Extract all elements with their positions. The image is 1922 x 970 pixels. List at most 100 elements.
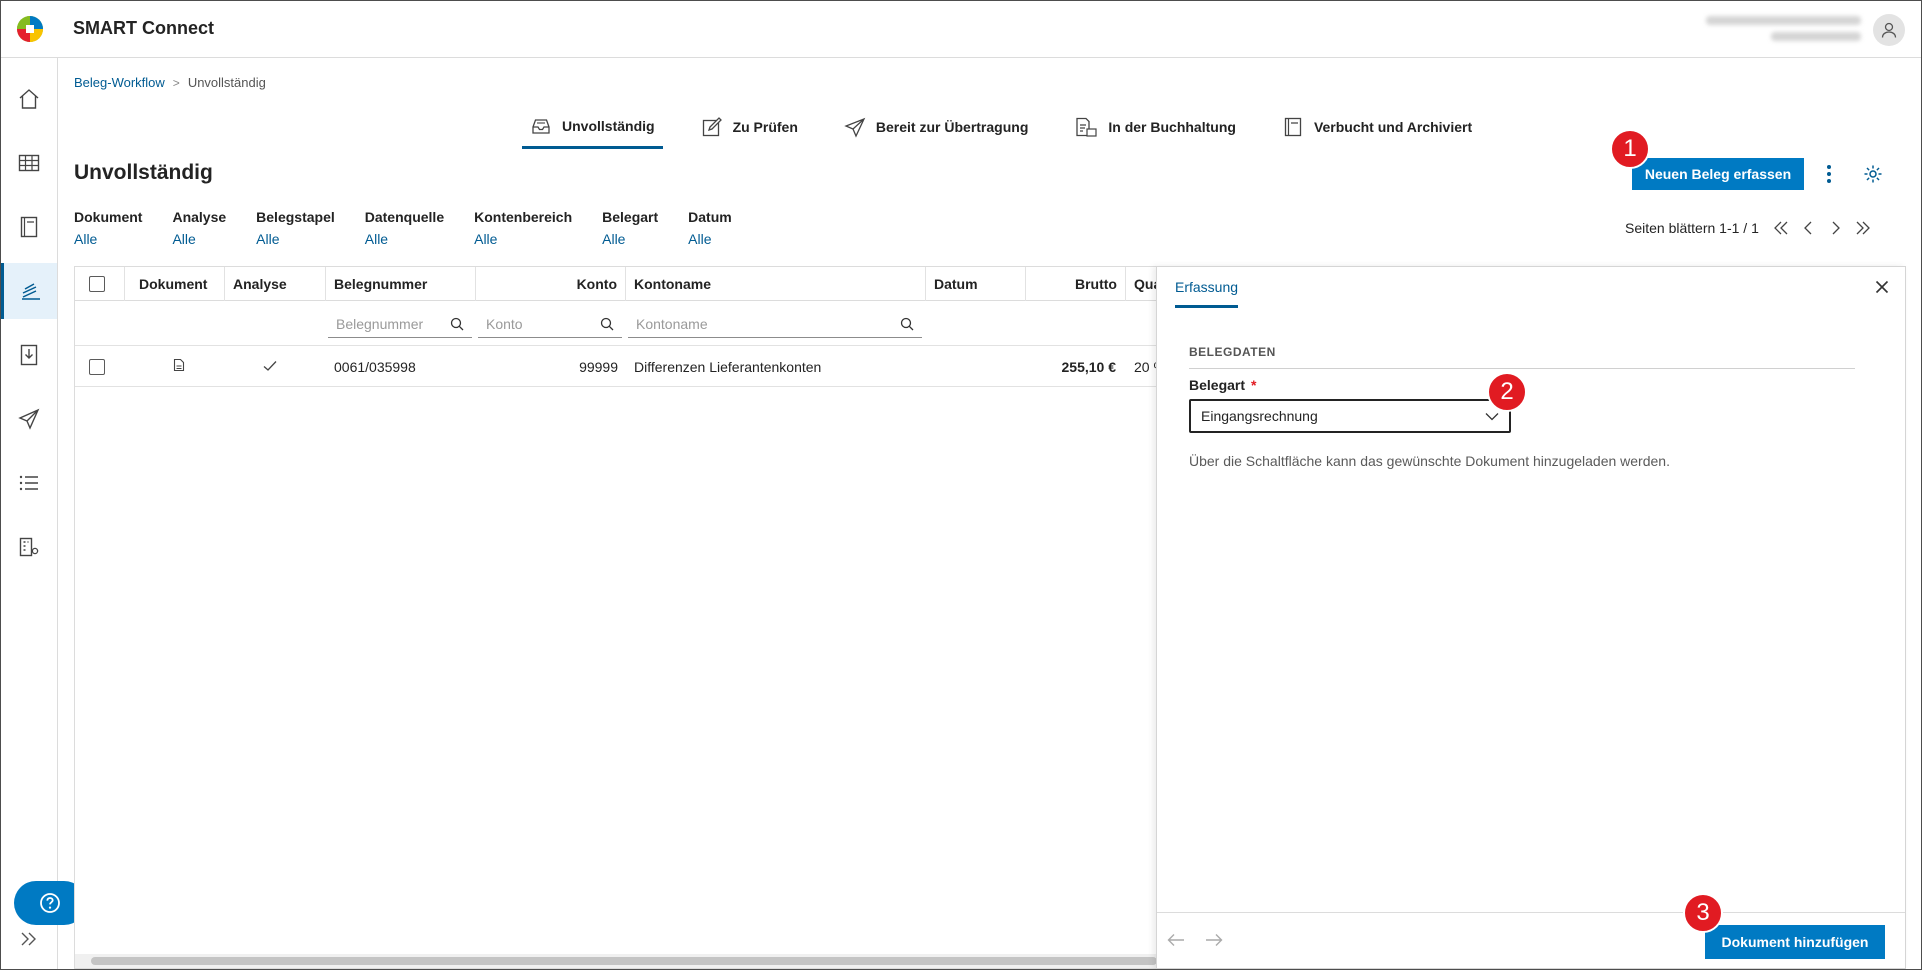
belegart-label-text: Belegart xyxy=(1189,377,1246,393)
filter-analyse[interactable]: Analyse Alle xyxy=(172,209,226,247)
filter-label: Analyse xyxy=(172,209,227,225)
search-placeholder: Konto xyxy=(486,315,523,332)
nav-send[interactable] xyxy=(1,391,57,447)
previous-button[interactable] xyxy=(1167,933,1185,950)
new-document-button[interactable]: Neuen Beleg erfassen xyxy=(1632,158,1804,190)
document-icon xyxy=(173,358,185,372)
nav-beleg-workflow[interactable] xyxy=(1,263,57,319)
belegart-select-value: Eingangsrechnung xyxy=(1201,408,1318,424)
chevron-right-icon: > xyxy=(172,75,180,90)
document-table: Dokument Analyse Belegnummer Konto Konto… xyxy=(74,266,1161,969)
callout-badge-1: 1 xyxy=(1610,129,1650,169)
row-select-cell xyxy=(81,347,121,387)
required-marker: * xyxy=(1251,377,1257,393)
column-header-konto[interactable]: Konto xyxy=(476,267,626,301)
arrow-right-icon xyxy=(1206,934,1223,946)
settings-button[interactable] xyxy=(1863,164,1883,187)
panel-footer: Dokument hinzufügen 3 xyxy=(1157,893,1905,968)
column-header-datum[interactable]: Datum xyxy=(926,267,1026,301)
row-brutto: 255,10 € xyxy=(1061,359,1117,375)
building-settings-icon xyxy=(19,537,39,557)
scrollbar-thumb[interactable] xyxy=(91,957,1157,965)
tab-zu-pruefen[interactable]: Zu Prüfen xyxy=(693,106,806,148)
more-options-button[interactable] xyxy=(1821,163,1837,185)
tab-bereit-zur-uebertragung[interactable]: Bereit zur Übertragung xyxy=(836,106,1036,148)
top-bar: SMART Connect xyxy=(1,1,1921,58)
filter-datenquelle[interactable]: Datenquelle Alle xyxy=(365,209,444,247)
nav-building-settings[interactable] xyxy=(1,519,57,575)
breadcrumb-current: Unvollständig xyxy=(187,75,266,90)
home-icon xyxy=(19,89,39,109)
column-header-brutto[interactable]: Brutto xyxy=(1026,267,1126,301)
column-header-belegnummer[interactable]: Belegnummer xyxy=(326,267,476,301)
filter-belegstapel[interactable]: Belegstapel Alle xyxy=(256,209,335,247)
inbox-icon xyxy=(532,119,550,134)
user-info-blurred xyxy=(1706,13,1861,45)
callout-badge-2: 2 xyxy=(1487,372,1527,412)
archive-icon xyxy=(1284,117,1302,137)
select-all-checkbox[interactable] xyxy=(89,276,105,292)
row-qua: 20 % xyxy=(1134,359,1157,375)
nav-list[interactable] xyxy=(1,455,57,511)
tab-label: Verbucht und Archiviert xyxy=(1313,119,1473,135)
table-row[interactable]: 0061/035998 99999 Differenzen Lieferante… xyxy=(75,347,1157,387)
filter-kontenbereich[interactable]: Kontenbereich Alle xyxy=(474,209,572,247)
add-document-button[interactable]: Dokument hinzufügen xyxy=(1705,925,1885,959)
tab-label: In der Buchhaltung xyxy=(1108,119,1236,135)
upload-hint: Über die Schaltfläche kann das gewünscht… xyxy=(1189,453,1670,469)
kontoname-search-input[interactable]: Kontoname xyxy=(628,310,922,338)
ledger-icon xyxy=(1076,117,1097,137)
nav-download-document[interactable] xyxy=(1,327,57,383)
filter-datum[interactable]: Datum Alle xyxy=(688,209,732,247)
last-page-icon[interactable] xyxy=(1855,221,1871,235)
column-header-analyse[interactable]: Analyse xyxy=(225,267,326,301)
double-chevron-right-icon xyxy=(21,932,36,946)
breadcrumb-link-beleg-workflow[interactable]: Beleg-Workflow xyxy=(74,75,165,90)
column-header-kontoname[interactable]: Kontoname xyxy=(626,267,926,301)
first-page-icon[interactable] xyxy=(1773,221,1789,235)
tab-verbucht-und-archiviert[interactable]: Verbucht und Archiviert xyxy=(1274,106,1480,148)
belegart-label: Belegart * xyxy=(1189,377,1256,393)
table-icon xyxy=(18,154,40,172)
avatar[interactable] xyxy=(1873,14,1905,46)
tab-erfassung[interactable]: Erfassung xyxy=(1175,279,1239,308)
status-tabs: Unvollständig Zu Prüfen Bereit zur Übert… xyxy=(522,106,1510,150)
column-header-dokument[interactable]: Dokument xyxy=(125,267,225,301)
section-heading: BELEGDATEN xyxy=(1189,345,1855,369)
filter-value: Alle xyxy=(172,231,196,247)
konto-search-input[interactable]: Konto xyxy=(478,310,622,338)
tab-in-der-buchhaltung[interactable]: In der Buchhaltung xyxy=(1066,106,1244,148)
tab-label: Zu Prüfen xyxy=(732,119,798,135)
search-icon xyxy=(900,317,914,330)
belegart-select[interactable]: Eingangsrechnung xyxy=(1189,399,1511,433)
gear-icon xyxy=(1864,165,1882,183)
filter-dokument[interactable]: Dokument Alle xyxy=(74,209,142,247)
user-icon xyxy=(1881,22,1897,38)
expand-nav-button[interactable] xyxy=(19,931,39,950)
chevron-down-icon xyxy=(1485,412,1499,420)
filter-belegart[interactable]: Belegart Alle xyxy=(602,209,658,247)
previous-page-icon[interactable] xyxy=(1803,221,1815,235)
belegnummer-search-input[interactable]: Belegnummer xyxy=(328,310,472,338)
close-panel-button[interactable] xyxy=(1875,280,1889,297)
nav-table[interactable] xyxy=(1,135,57,191)
download-document-icon xyxy=(20,344,38,366)
horizontal-scrollbar[interactable] xyxy=(75,954,1157,968)
app-window: SMART Connect Beleg-Workflow > Unvollstä… xyxy=(0,0,1922,970)
wolters-kluwer-logo xyxy=(17,16,43,42)
filter-value: Alle xyxy=(256,231,280,247)
checkmark-icon xyxy=(263,361,277,371)
next-page-icon[interactable] xyxy=(1829,221,1841,235)
filter-value: Alle xyxy=(474,231,498,247)
book-icon xyxy=(20,216,38,238)
edit-icon xyxy=(702,117,722,137)
help-icon xyxy=(40,893,60,913)
tab-unvollstaendig[interactable]: Unvollständig xyxy=(522,106,663,149)
nav-home[interactable] xyxy=(1,71,57,127)
select-all-cell xyxy=(75,267,125,301)
tab-label: Bereit zur Übertragung xyxy=(875,119,1029,135)
next-button[interactable] xyxy=(1205,933,1223,950)
nav-book[interactable] xyxy=(1,199,57,255)
row-checkbox[interactable] xyxy=(89,359,105,375)
row-document-cell[interactable] xyxy=(165,347,195,387)
